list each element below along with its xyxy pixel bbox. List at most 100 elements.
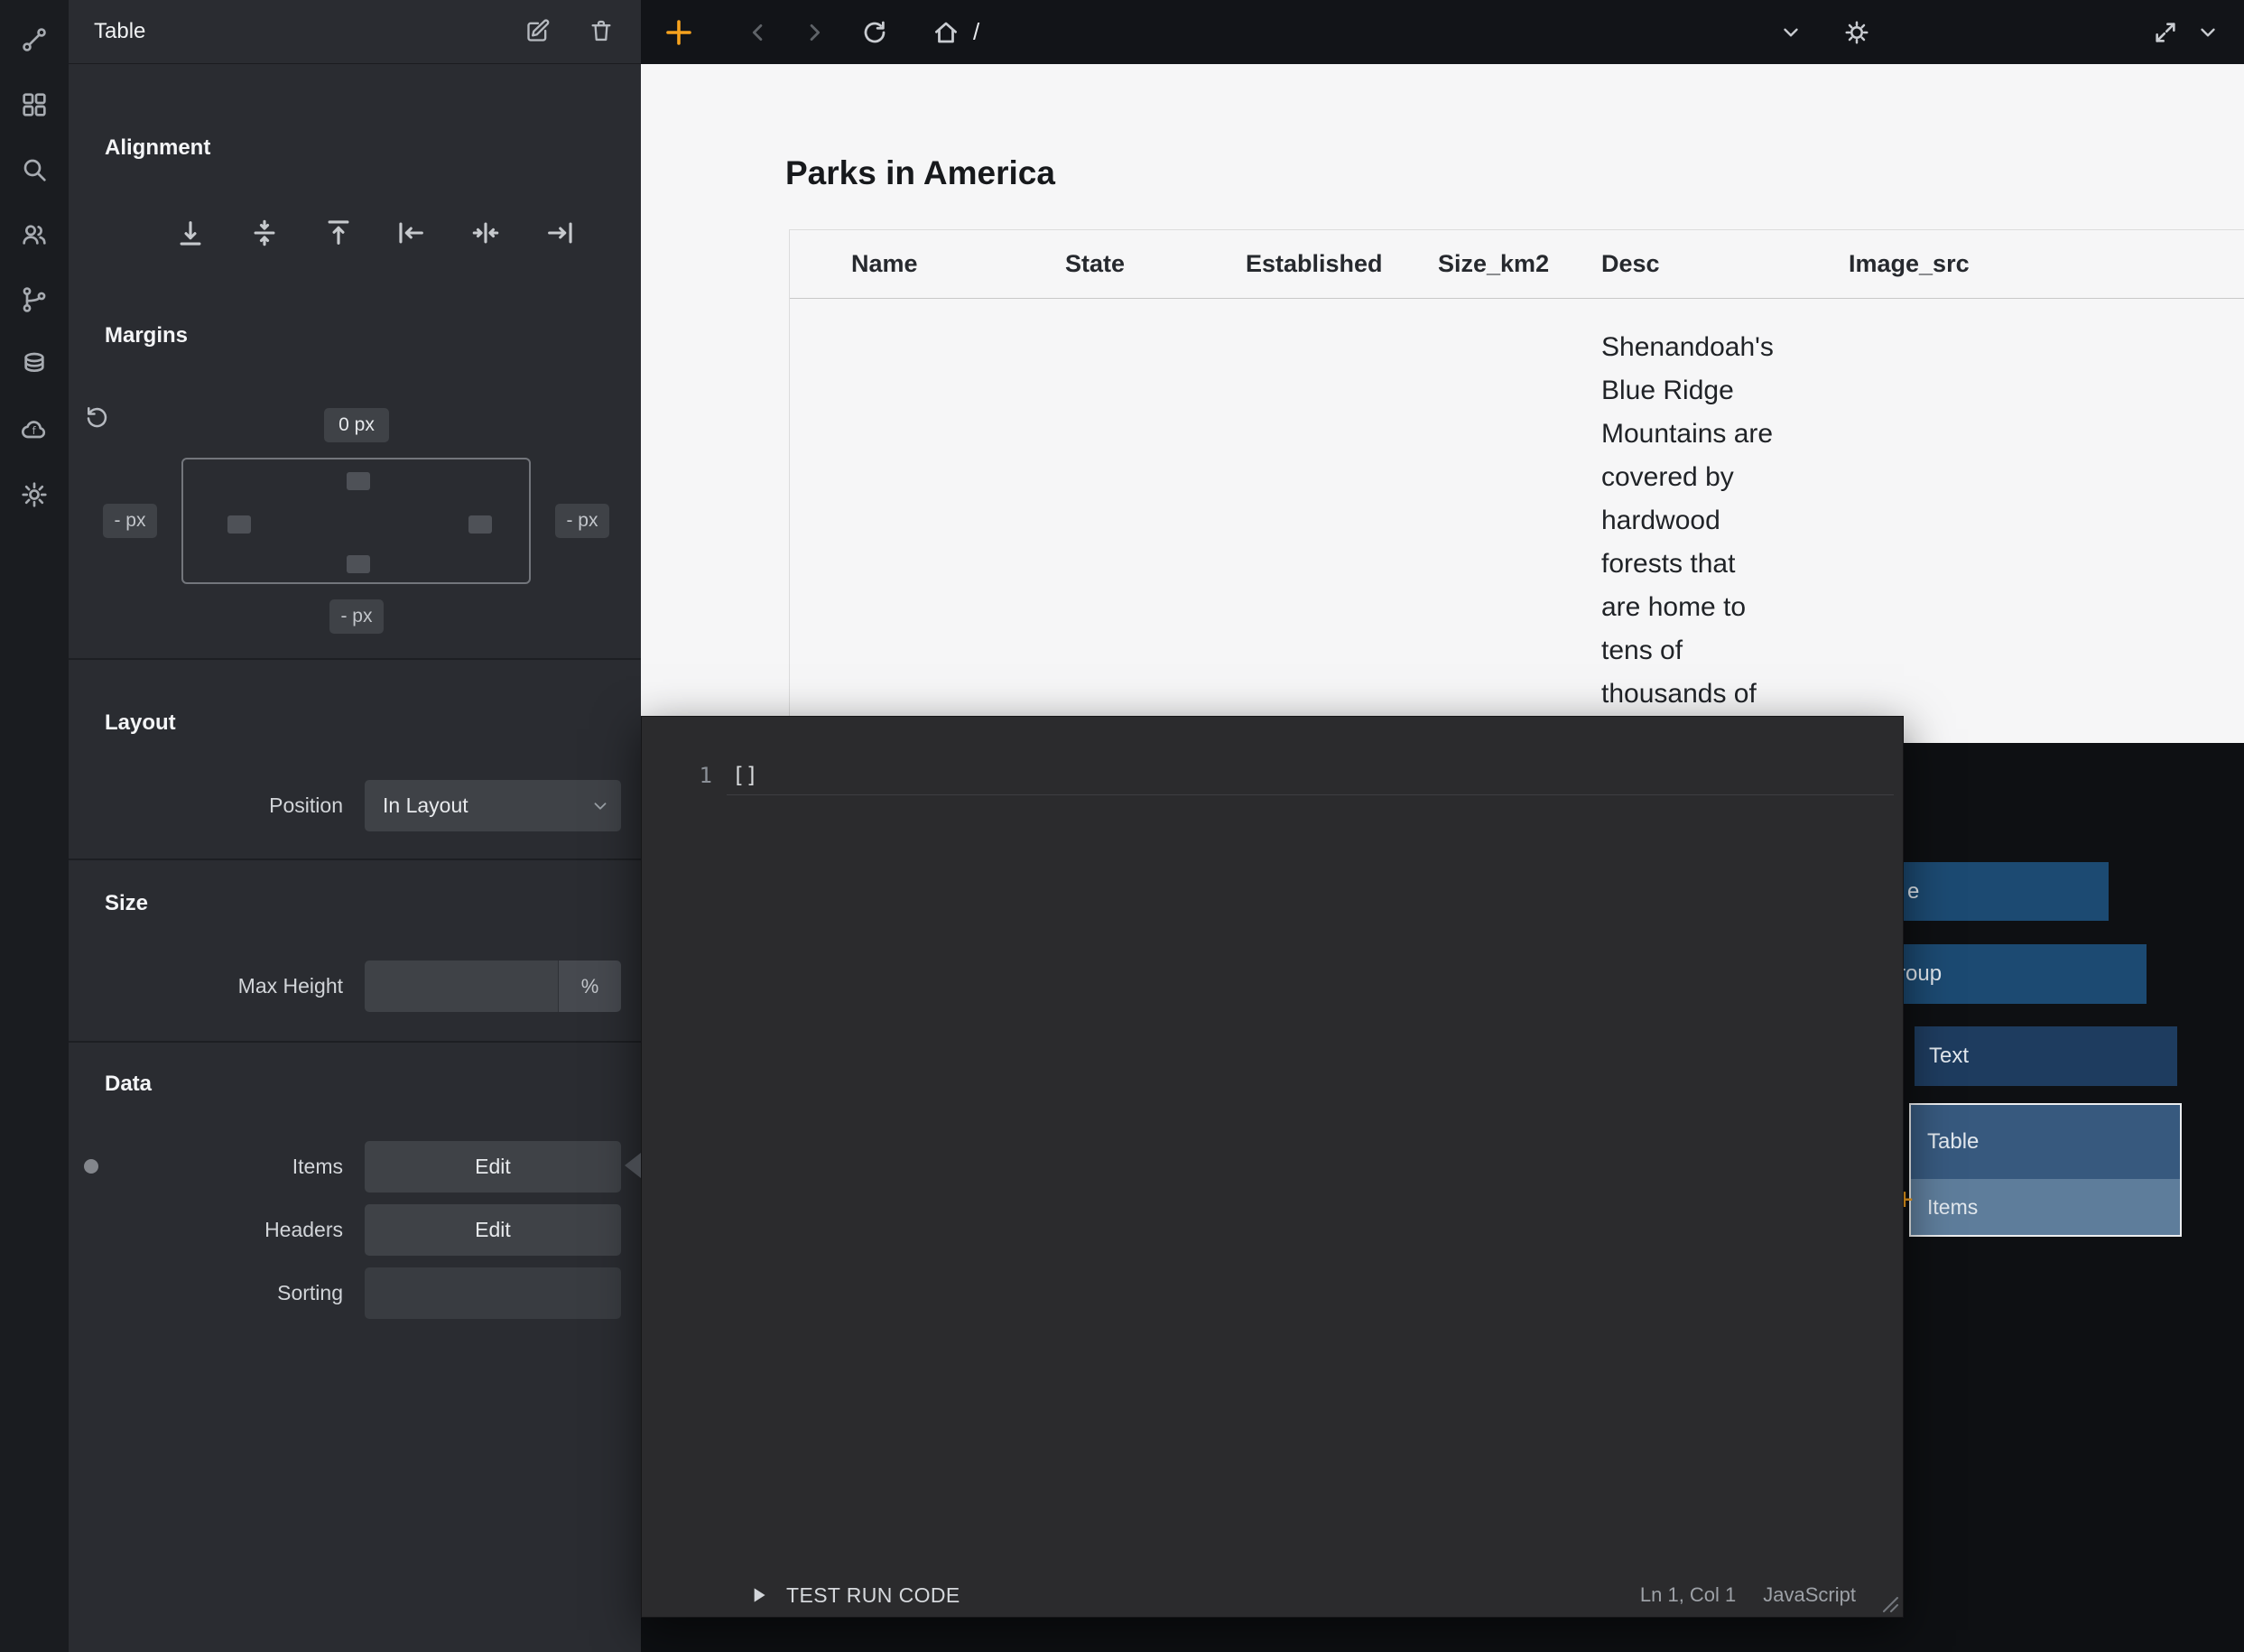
chevron-down-icon [590, 796, 610, 816]
code-editor-popover: 1 [] TEST RUN CODE Ln 1, Col 1 JavaScrip… [641, 716, 1904, 1618]
editor-line-underline [727, 794, 1894, 795]
tree-item-label: Table [1927, 1129, 1979, 1155]
rename-icon[interactable] [525, 18, 552, 45]
preview-chevron-down-icon[interactable] [2186, 0, 2230, 64]
table-header-row: Name State Established Size_km2 Desc Ima… [790, 230, 2244, 299]
align-bottom-icon[interactable] [169, 211, 212, 255]
margin-left-handle[interactable] [227, 515, 251, 534]
editor-resize-handle[interactable] [1879, 1593, 1901, 1615]
editor-cursor-position: Ln 1, Col 1 [1640, 1583, 1736, 1607]
expand-icon[interactable] [2144, 0, 2187, 64]
align-right-icon[interactable] [538, 211, 581, 255]
headers-label: Headers [69, 1204, 343, 1256]
inspector-header: Table [69, 0, 641, 64]
reset-margins-icon[interactable] [83, 403, 114, 433]
position-select[interactable]: In Layout [365, 780, 621, 831]
page-path[interactable]: / [973, 0, 979, 64]
tree-item-items[interactable]: Items [1911, 1179, 2180, 1235]
items-edit-button[interactable]: Edit [365, 1141, 621, 1193]
margin-right-value[interactable]: - px [555, 504, 609, 538]
nav-back-icon[interactable] [737, 0, 780, 64]
tree-item-text[interactable]: Text [1915, 1026, 2177, 1086]
git-branch-icon[interactable] [0, 267, 69, 332]
headers-edit-button[interactable]: Edit [365, 1204, 621, 1256]
search-icon[interactable] [0, 137, 69, 202]
trash-icon[interactable] [589, 18, 616, 45]
refresh-icon[interactable] [853, 0, 896, 64]
max-height-label: Max Height [69, 961, 343, 1012]
tree-item-label: e [1907, 879, 1919, 905]
section-divider [69, 658, 641, 660]
section-divider [69, 858, 641, 860]
tree-item-label: Items [1927, 1195, 1978, 1220]
margin-bottom-value[interactable]: - px [329, 599, 384, 634]
max-height-unit: % [558, 961, 621, 1012]
margin-left-value[interactable]: - px [103, 504, 157, 538]
editor-line-number: 1 [683, 756, 712, 794]
app-root: f Table Alignment [0, 0, 2244, 1652]
debug-icon[interactable] [1835, 0, 1878, 64]
table-header-cell: Established [1246, 250, 1383, 278]
code-editor-area[interactable] [727, 796, 1894, 1572]
margin-right-handle[interactable] [468, 515, 492, 534]
database-icon[interactable] [0, 332, 69, 397]
align-top-icon[interactable] [317, 211, 360, 255]
table-header-cell: Image_src [1849, 250, 1970, 278]
table-header-cell: State [1065, 250, 1125, 278]
settings-gear-icon[interactable] [0, 462, 69, 527]
items-label: Items [69, 1141, 343, 1193]
align-middle-vertical-icon[interactable] [243, 211, 286, 255]
tree-item-table-selected[interactable]: Table Items [1909, 1103, 2182, 1237]
margin-top-value[interactable]: 0 px [324, 408, 389, 442]
top-toolbar: / [641, 0, 2244, 64]
table-header-cell: Size_km2 [1438, 250, 1549, 278]
position-label: Position [69, 780, 343, 831]
margin-bottom-handle[interactable] [347, 555, 370, 573]
cloud-function-icon[interactable]: f [0, 397, 69, 462]
users-icon[interactable] [0, 202, 69, 267]
add-icon[interactable] [657, 0, 700, 64]
editor-code-line[interactable]: [] [732, 756, 758, 794]
editor-language: JavaScript [1763, 1583, 1856, 1607]
sorting-input[interactable] [365, 1267, 621, 1319]
margin-box-diagram [181, 458, 531, 584]
editor-popover-arrow [625, 1153, 641, 1178]
test-run-code-label: TEST RUN CODE [786, 1583, 960, 1608]
table-header-cell: Name [851, 250, 918, 278]
section-divider [69, 1041, 641, 1043]
canvas-page-title[interactable]: Parks in America [785, 152, 1055, 195]
svg-text:f: f [32, 424, 37, 437]
left-icon-rail: f [0, 0, 69, 1652]
table-header-cell: Desc [1601, 250, 1660, 278]
sorting-label: Sorting [69, 1267, 343, 1319]
canvas-table-component[interactable]: Name State Established Size_km2 Desc Ima… [789, 229, 2244, 735]
margins-section-label: Margins [105, 323, 188, 348]
app-canvas: Parks in America Name State Established … [641, 64, 2244, 743]
editor-bottom-bar: TEST RUN CODE Ln 1, Col 1 JavaScript [642, 1573, 1903, 1617]
play-icon [746, 1583, 770, 1607]
apps-grid-icon[interactable] [0, 72, 69, 137]
test-run-code-button[interactable]: TEST RUN CODE [746, 1583, 960, 1608]
position-select-value: In Layout [383, 794, 468, 818]
logo-icon[interactable] [0, 7, 69, 72]
data-section-label: Data [105, 1072, 152, 1097]
pages-chevron-down-icon[interactable] [1769, 0, 1813, 64]
tree-item-table[interactable]: Table [1911, 1105, 2180, 1179]
inspector-panel: Table Alignment [69, 0, 641, 1652]
home-icon[interactable] [924, 0, 968, 64]
max-height-input[interactable] [365, 961, 558, 1012]
nav-forward-icon[interactable] [793, 0, 836, 64]
tree-item[interactable]: roup [1904, 944, 2147, 1004]
layout-section-label: Layout [105, 710, 176, 736]
align-left-icon[interactable] [390, 211, 433, 255]
selected-component-title: Table [94, 19, 145, 44]
alignment-controls [169, 211, 581, 255]
size-section-label: Size [105, 891, 148, 916]
alignment-section-label: Alignment [105, 135, 210, 161]
align-center-horizontal-icon[interactable] [464, 211, 507, 255]
margin-top-handle[interactable] [347, 472, 370, 490]
table-desc-cell: Shenandoah's Blue Ridge Mountains are co… [1601, 326, 1838, 716]
tree-item[interactable]: e [1904, 862, 2109, 921]
tree-item-label: roup [1904, 961, 1942, 987]
tree-item-label: Text [1929, 1044, 1969, 1069]
